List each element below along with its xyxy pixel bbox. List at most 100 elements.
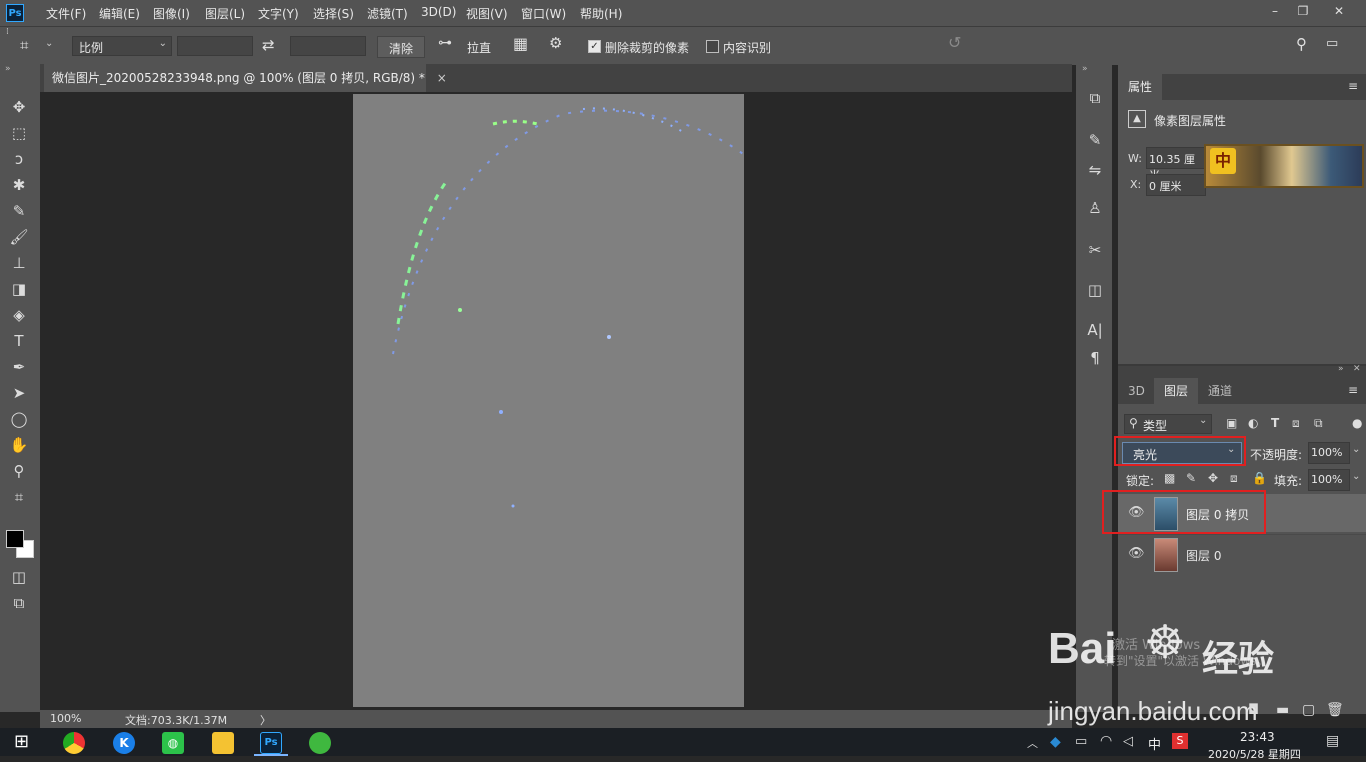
screen-mode-icon[interactable]: ⧉ [8,592,30,614]
crop-tool-icon[interactable]: ⌗ [8,486,30,508]
filter-type-icon[interactable]: T [1271,416,1279,430]
menu-image[interactable]: 图像(I) [153,5,190,22]
photoshop-taskbar-icon[interactable]: Ps [260,732,282,754]
menu-file[interactable]: 文件(F) [46,5,86,22]
menu-type[interactable]: 文字(Y) [258,5,299,22]
lock-artboard-icon[interactable]: ⧈ [1230,471,1238,486]
sogou-ime-icon[interactable]: S [1172,733,1188,749]
file-explorer-icon[interactable] [212,732,234,754]
clone-source-icon[interactable]: ♙ [1085,198,1105,218]
paint-bucket-tool-icon[interactable]: ◈ [8,304,30,326]
volume-icon[interactable]: ◁ [1123,734,1133,749]
menu-3d[interactable]: 3D(D) [421,5,456,19]
chevron-down-icon[interactable]: ⌄ [1352,444,1360,455]
kugou-icon[interactable]: K [113,732,135,754]
paragraph-panel-icon[interactable]: ¶ [1085,348,1105,368]
tray-app-icon[interactable]: ◆ [1050,734,1061,750]
straighten-label[interactable]: 拉直 [467,39,491,56]
history-panel-icon[interactable]: ⧉ [1085,88,1105,108]
hand-tool-icon[interactable]: ✋ [8,434,30,456]
ime-indicator[interactable]: 中 [1148,734,1161,753]
content-aware-checkbox[interactable] [706,40,719,53]
height-ratio-input[interactable] [290,36,366,56]
menu-select[interactable]: 选择(S) [313,5,354,22]
workspace-icon[interactable]: ▭ [1326,36,1338,51]
stamp-tool-icon[interactable]: ⊥ [8,252,30,274]
canvas-area[interactable] [40,92,1072,708]
character-panel-icon[interactable]: A| [1085,320,1105,340]
grid-overlay-icon[interactable]: ▦ [513,34,528,53]
chevron-down-icon[interactable]: ⌄ [1352,471,1360,482]
move-tool-icon[interactable]: ✥ [8,96,30,118]
eraser-tool-icon[interactable]: ◨ [8,278,30,300]
filter-smart-object-icon[interactable]: ⧉ [1314,416,1323,431]
pen-tool-icon[interactable]: ✒ [8,356,30,378]
marquee-tool-icon[interactable]: ⬚ [8,122,30,144]
chrome-icon[interactable] [63,732,85,754]
adjustments-icon[interactable]: ⇋ [1085,160,1105,180]
document-tab[interactable]: 微信图片_20200528233948.png @ 100% (图层 0 拷贝,… [44,64,447,92]
new-layer-icon[interactable]: ▢ [1302,702,1315,718]
zoom-level[interactable]: 100% [50,712,81,725]
properties-tab[interactable]: 属性 [1118,74,1163,100]
wechat-icon[interactable]: ◍ [162,732,184,754]
visibility-eye-icon[interactable]: 👁 [1128,546,1145,562]
blend-mode-select[interactable]: 亮光 ⌄ [1122,442,1242,464]
brush-settings-icon[interactable]: ✎ [1085,130,1105,150]
close-tab-icon[interactable]: × [437,71,447,85]
menu-filter[interactable]: 滤镜(T) [367,5,408,22]
menu-view[interactable]: 视图(V) [466,5,508,22]
path-select-tool-icon[interactable]: ➤ [8,382,30,404]
trash-icon[interactable]: 🗑 [1326,702,1344,718]
tab-3d[interactable]: 3D [1118,378,1155,404]
close-window-button[interactable]: ✕ [1326,2,1352,20]
search-icon[interactable]: ⚲ [1296,35,1307,53]
menu-help[interactable]: 帮助(H) [580,5,622,22]
clock-time[interactable]: 23:43 [1240,730,1275,744]
opacity-input[interactable]: 100% [1308,442,1350,464]
delete-cropped-checkbox[interactable] [588,40,601,53]
restore-button[interactable]: ❐ [1290,2,1316,20]
ellipse-tool-icon[interactable]: ◯ [8,408,30,430]
clock-date[interactable]: 2020/5/28 星期四 [1208,746,1301,762]
straighten-icon[interactable]: ⊶ [438,35,452,51]
brush-tool-icon[interactable]: 🖌 [8,226,30,248]
crop-preset-icon[interactable]: ⌗ [20,36,28,54]
ratio-select[interactable]: 比例 ⌄ [72,36,172,56]
minimize-button[interactable]: – [1262,2,1288,20]
lock-paint-icon[interactable]: ✎ [1186,471,1196,485]
filter-shape-icon[interactable]: ⧈ [1292,416,1300,431]
notification-icon[interactable]: ▤ [1326,733,1339,749]
magic-wand-tool-icon[interactable]: ✱ [8,174,30,196]
tray-expand-icon[interactable]: ︿ [1027,735,1038,751]
tool-presets-icon[interactable]: ✂ [1085,240,1105,260]
eyedropper-tool-icon[interactable]: ✎ [8,200,30,222]
layer-row[interactable]: 👁 图层 0 [1118,534,1366,573]
swap-icon[interactable]: ⇄ [262,36,275,54]
w-input[interactable]: 10.35 厘米 [1146,147,1206,182]
tab-layers[interactable]: 图层 [1154,378,1199,404]
group-folder-icon[interactable]: ▬ [1276,702,1289,718]
lasso-tool-icon[interactable]: ↄ [8,148,30,170]
lock-transparent-icon[interactable]: ▩ [1164,471,1175,485]
wifi-icon[interactable]: ◠ [1100,733,1112,749]
quick-mask-icon[interactable]: ◫ [8,566,30,588]
collapse-icon[interactable]: » [5,64,11,74]
filter-pixel-icon[interactable]: ▣ [1226,416,1237,430]
browser-360-icon[interactable] [309,732,331,754]
layer-mask-icon[interactable]: ◘ [1248,702,1259,718]
chevron-down-icon[interactable]: ⌄ [45,38,53,49]
menu-layer[interactable]: 图层(L) [205,5,245,22]
lock-position-icon[interactable]: ✥ [1208,471,1218,485]
collapse-icon[interactable]: » [1338,364,1344,374]
width-ratio-input[interactable] [177,36,253,56]
filter-adjustment-icon[interactable]: ◐ [1248,416,1258,430]
close-panel-icon[interactable]: ✕ [1353,364,1361,374]
panel-menu-icon[interactable]: ≡ [1348,383,1358,397]
document-canvas[interactable] [353,94,744,707]
reset-icon[interactable]: ↺ [948,33,961,52]
fill-input[interactable]: 100% [1308,469,1350,491]
glyphs-icon[interactable]: ◫ [1085,280,1105,300]
clear-button[interactable]: 清除 [377,36,425,58]
battery-icon[interactable]: ▭ [1075,734,1087,749]
